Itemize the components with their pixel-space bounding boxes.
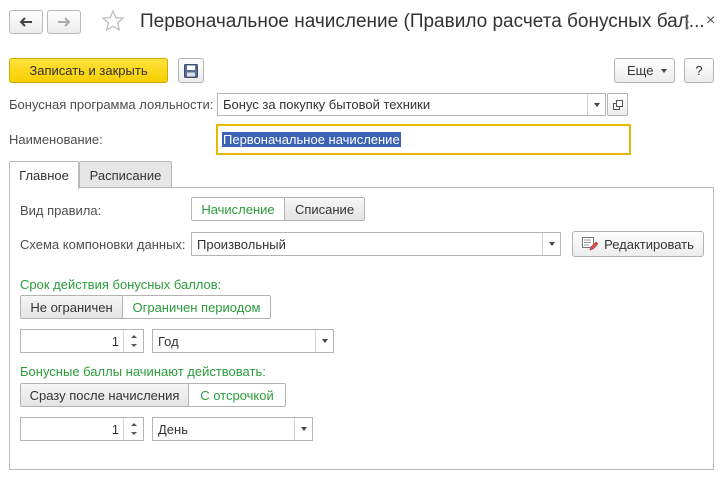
schema-label: Схема компоновки данных:	[20, 237, 186, 252]
edit-button[interactable]: Редактировать	[572, 231, 704, 257]
start-immediately-option[interactable]: Сразу после начисления	[21, 384, 188, 406]
tab-schedule[interactable]: Расписание	[79, 161, 172, 188]
delay-count-stepper[interactable]: 1	[20, 417, 144, 441]
more-menu-icon[interactable]	[685, 14, 689, 33]
stepper-arrows-icon[interactable]	[123, 330, 143, 352]
close-icon[interactable]: ×	[706, 12, 715, 30]
rule-type-label: Вид правила:	[20, 203, 102, 218]
validity-count-stepper[interactable]: 1	[20, 329, 144, 353]
more-button-label: Еще	[627, 63, 654, 78]
back-button[interactable]	[9, 10, 43, 34]
chevron-down-icon[interactable]	[542, 233, 560, 255]
chevron-down-icon[interactable]	[587, 94, 605, 115]
favorite-star-icon[interactable]	[101, 9, 125, 36]
delay-count-value: 1	[111, 422, 119, 437]
loyalty-program-value: Бонус за покупку бытовой техники	[223, 97, 431, 112]
name-label: Наименование:	[9, 132, 103, 147]
arrow-left-icon	[19, 17, 32, 27]
floppy-disk-icon	[184, 63, 198, 78]
validity-count-value: 1	[111, 334, 119, 349]
start-delayed-option[interactable]: С отсрочкой	[188, 384, 285, 406]
rule-type-switch: Начисление Списание	[191, 197, 365, 221]
validity-unit-value: Год	[158, 333, 179, 349]
chevron-down-icon[interactable]	[294, 418, 312, 440]
start-header: Бонусные баллы начинают действовать:	[20, 364, 266, 379]
page-title: Первоначальное начисление (Правило расче…	[140, 11, 705, 32]
name-input-value: Первоначальное начисление	[222, 132, 401, 147]
tab-main[interactable]: Главное	[9, 161, 79, 189]
schema-field[interactable]: Произвольный	[191, 232, 561, 256]
delay-unit-select[interactable]: День	[152, 417, 313, 441]
validity-period-option[interactable]: Ограничен периодом	[122, 296, 270, 318]
validity-unlimited-option[interactable]: Не ограничен	[21, 296, 122, 318]
schema-value: Произвольный	[197, 236, 286, 252]
more-button[interactable]: Еще	[614, 58, 675, 83]
name-input[interactable]: Первоначальное начисление	[216, 124, 631, 155]
delay-unit-value: День	[158, 421, 188, 437]
stepper-arrows-icon[interactable]	[123, 418, 143, 440]
save-and-close-button[interactable]: Записать и закрыть	[9, 58, 168, 83]
loyalty-program-label: Бонусная программа лояльности:	[9, 97, 214, 112]
save-button[interactable]	[178, 58, 204, 83]
forward-button[interactable]	[47, 10, 81, 34]
validity-header: Срок действия бонусных баллов:	[20, 277, 222, 292]
rule-type-writeoff-option[interactable]: Списание	[284, 198, 364, 220]
edit-schema-icon	[582, 237, 599, 251]
arrow-right-icon	[58, 17, 71, 27]
tab-panel-main: Вид правила: Начисление Списание Схема к…	[9, 187, 714, 470]
validity-unit-select[interactable]: Год	[152, 329, 334, 353]
start-switch: Сразу после начисления С отсрочкой	[20, 383, 286, 407]
rule-type-accrual-option[interactable]: Начисление	[192, 198, 284, 220]
loyalty-program-field[interactable]: Бонус за покупку бытовой техники	[217, 93, 606, 116]
edit-button-label: Редактировать	[604, 236, 694, 252]
validity-switch: Не ограничен Ограничен периодом	[20, 295, 271, 319]
chevron-down-icon	[661, 69, 667, 73]
open-window-icon	[612, 99, 623, 110]
open-link-button[interactable]	[607, 93, 628, 116]
help-button[interactable]: ?	[684, 58, 714, 83]
chevron-down-icon[interactable]	[315, 330, 333, 352]
